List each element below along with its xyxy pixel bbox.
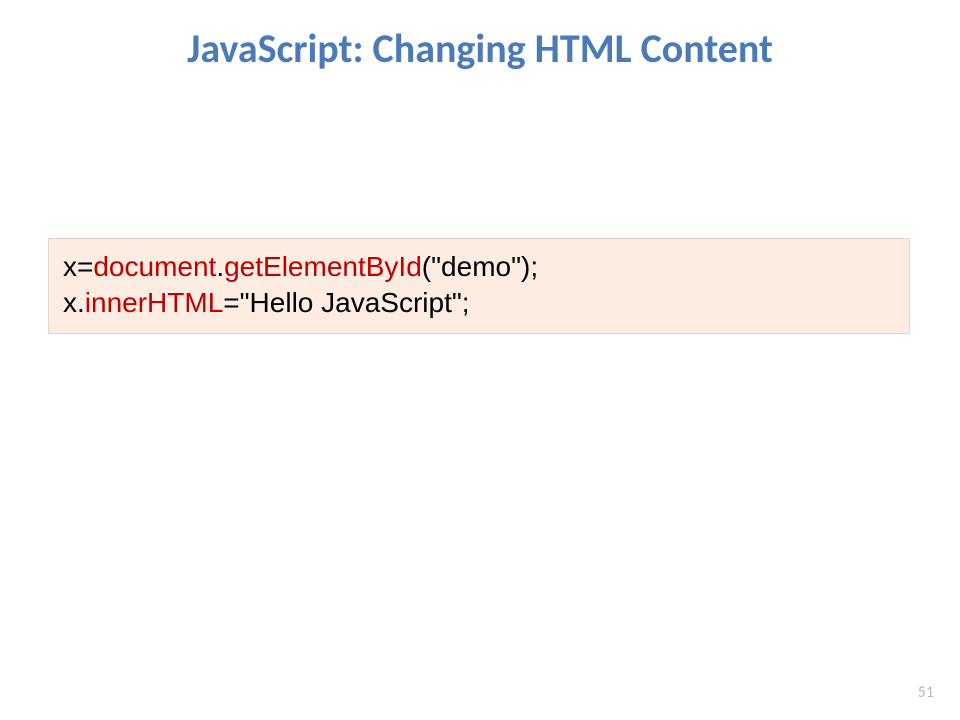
- code-keyword: document: [93, 251, 216, 282]
- code-keyword: innerHTML: [85, 287, 223, 318]
- page-number: 51: [918, 683, 934, 702]
- slide-title: JavaScript: Changing HTML Content: [0, 0, 960, 83]
- code-text: x=: [63, 251, 93, 282]
- code-text: ="Hello JavaScript";: [223, 287, 469, 318]
- code-line-1: x=document.getElementById("demo");: [63, 249, 895, 285]
- code-line-2: x.innerHTML="Hello JavaScript";: [63, 285, 895, 321]
- code-text: .: [216, 251, 224, 282]
- code-text: x.: [63, 287, 85, 318]
- code-example-box: x=document.getElementById("demo"); x.inn…: [48, 238, 910, 334]
- code-keyword: getElementById: [224, 251, 422, 282]
- code-text: ("demo");: [422, 251, 538, 282]
